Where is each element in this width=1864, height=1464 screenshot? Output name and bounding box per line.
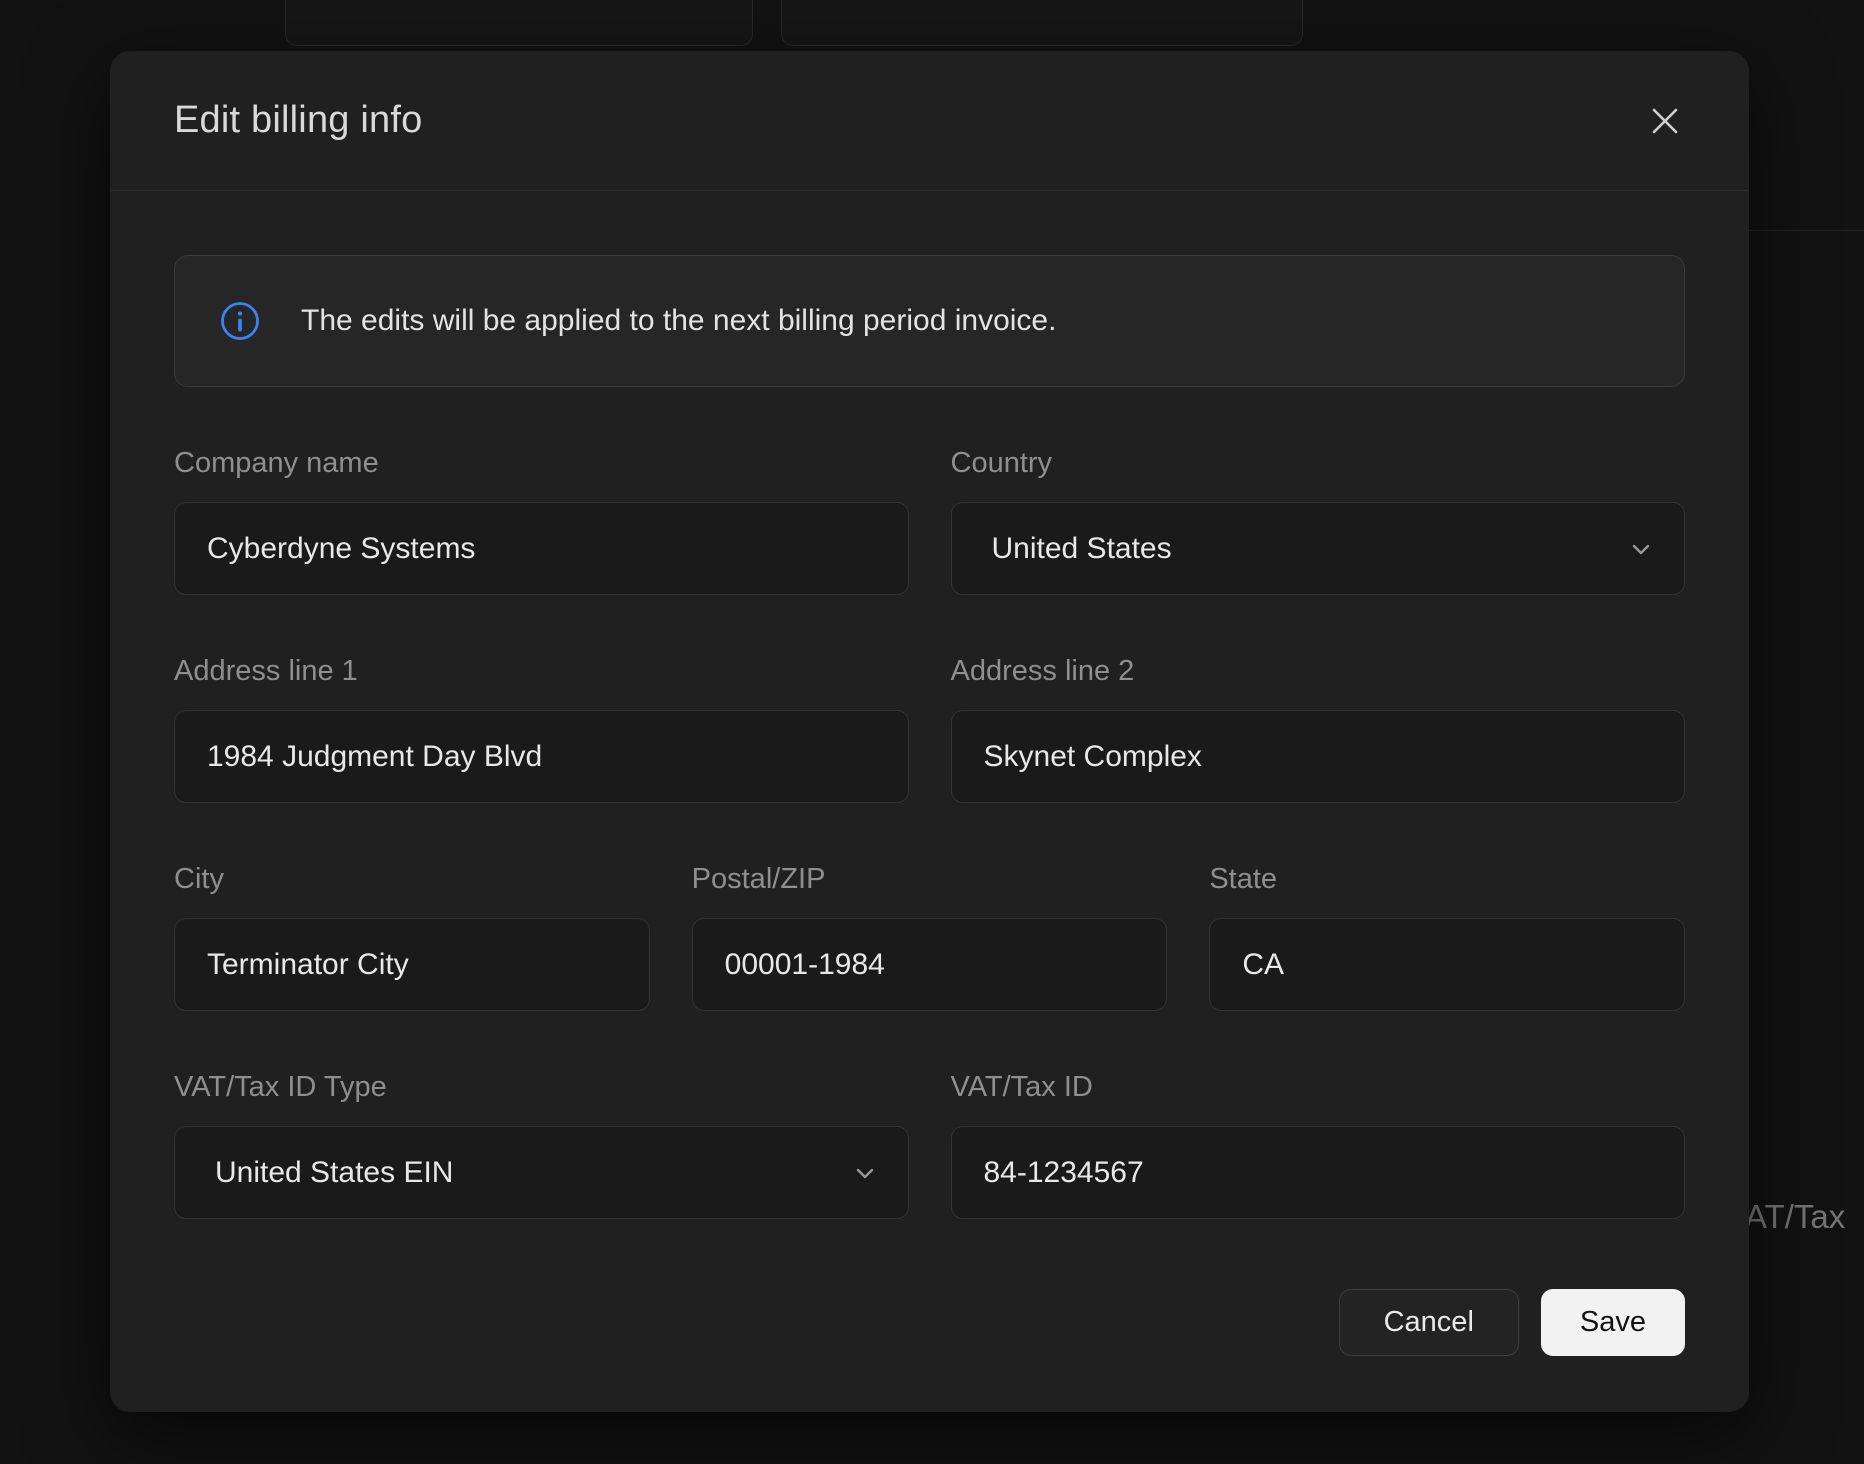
field-address-line-1: Address line 1 <box>174 655 909 803</box>
company-name-label: Company name <box>174 447 909 480</box>
company-name-input[interactable] <box>174 502 909 595</box>
field-state: State <box>1209 863 1685 1011</box>
background-card <box>285 0 753 46</box>
chevron-down-icon <box>1628 536 1654 562</box>
modal-title: Edit billing info <box>174 99 422 142</box>
vat-tax-id-type-label: VAT/Tax ID Type <box>174 1071 909 1104</box>
info-icon <box>219 300 261 342</box>
modal-footer: Cancel Save <box>110 1289 1749 1426</box>
vat-tax-id-input[interactable] <box>951 1126 1686 1219</box>
vat-tax-id-type-select[interactable]: United States EIN <box>174 1126 909 1219</box>
country-select[interactable]: United States <box>951 502 1686 595</box>
modal-body: The edits will be applied to the next bi… <box>110 191 1749 1219</box>
info-banner-text: The edits will be applied to the next bi… <box>301 304 1056 338</box>
postal-zip-input[interactable] <box>692 918 1168 1011</box>
address-line-2-input[interactable] <box>951 710 1686 803</box>
background-card <box>781 0 1303 46</box>
background-partial-text: AT/Tax <box>1745 1198 1845 1236</box>
field-address-line-2: Address line 2 <box>951 655 1686 803</box>
country-select-value: United States <box>992 532 1172 566</box>
edit-billing-info-modal: Edit billing info The edits will be appl… <box>110 51 1749 1412</box>
save-button[interactable]: Save <box>1541 1289 1685 1356</box>
field-city: City <box>174 863 650 1011</box>
city-input[interactable] <box>174 918 650 1011</box>
address-line-1-label: Address line 1 <box>174 655 909 688</box>
country-label: Country <box>951 447 1686 480</box>
cancel-button[interactable]: Cancel <box>1339 1289 1519 1356</box>
state-input[interactable] <box>1209 918 1685 1011</box>
field-country: Country United States <box>951 447 1686 595</box>
postal-zip-label: Postal/ZIP <box>692 863 1168 896</box>
address-line-1-input[interactable] <box>174 710 909 803</box>
city-label: City <box>174 863 650 896</box>
field-postal-zip: Postal/ZIP <box>692 863 1168 1011</box>
background-divider <box>1749 230 1864 231</box>
address-line-2-label: Address line 2 <box>951 655 1686 688</box>
chevron-down-icon <box>852 1160 878 1186</box>
vat-tax-id-label: VAT/Tax ID <box>951 1071 1686 1104</box>
state-label: State <box>1209 863 1685 896</box>
close-button[interactable] <box>1639 95 1691 147</box>
vat-tax-id-type-select-value: United States EIN <box>215 1156 453 1190</box>
close-icon <box>1648 104 1682 138</box>
info-banner: The edits will be applied to the next bi… <box>174 255 1685 387</box>
field-vat-tax-id-type: VAT/Tax ID Type United States EIN <box>174 1071 909 1219</box>
field-company-name: Company name <box>174 447 909 595</box>
modal-header: Edit billing info <box>110 51 1749 191</box>
field-vat-tax-id: VAT/Tax ID <box>951 1071 1686 1219</box>
